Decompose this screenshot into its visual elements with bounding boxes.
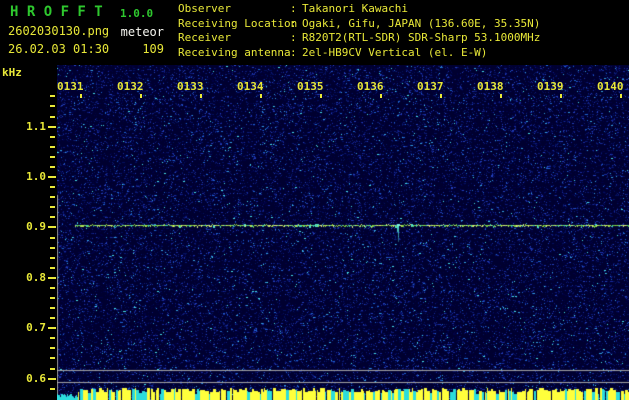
freq-tick-label: 0.6 [26, 371, 46, 385]
freq-major-tick [48, 276, 56, 279]
time-tick [620, 94, 622, 98]
info-colon: : [290, 31, 297, 44]
datetime-label: 26.02.03 01:30 [8, 42, 110, 56]
freq-major-tick [48, 377, 56, 380]
freq-tick-label: 0.7 [26, 321, 46, 335]
freq-tick-label: 1.0 [26, 170, 46, 183]
hrofft-screen: H R O F F T 1.0.0 2602030130.png meteor … [0, 0, 629, 400]
freq-minor-tick [50, 135, 55, 138]
freq-minor-tick [50, 256, 55, 259]
freq-minor-tick [50, 357, 55, 360]
freq-minor-tick [50, 115, 55, 118]
freq-minor-tick [50, 347, 55, 350]
time-tick-label: 0131 [57, 80, 84, 93]
freq-major-tick [48, 125, 56, 128]
freq-tick-label: 0.9 [26, 220, 46, 234]
info-label: Receiving Location [178, 16, 298, 30]
freq-minor-tick [50, 317, 55, 320]
mode-label: meteor [120, 25, 164, 39]
freq-minor-tick [50, 165, 55, 168]
time-tick [80, 94, 82, 98]
echo-count: 109 [142, 42, 164, 56]
info-label: Receiver [178, 31, 231, 44]
info-colon: : [290, 45, 297, 59]
filename-label: 2602030130.png [8, 24, 110, 38]
freq-unit-label: kHz [2, 66, 22, 79]
freq-minor-tick [50, 105, 55, 108]
freq-minor-tick [50, 246, 55, 249]
station-info-row: Observer: Takanori Kawachi [178, 2, 540, 17]
freq-major-tick [48, 176, 56, 178]
time-tick-label: 0137 [417, 80, 444, 93]
station-info-row: Receiver: R820T2(RTL-SDR) SDR-Sharp 53.10… [178, 31, 540, 46]
time-tick [440, 94, 442, 98]
freq-tick-label: 0.8 [26, 270, 46, 284]
freq-major-tick [48, 226, 56, 229]
time-tick [260, 94, 262, 98]
freq-minor-tick [50, 216, 55, 219]
info-label: Receiving antenna [178, 45, 291, 59]
time-tick-label: 0132 [117, 80, 144, 93]
freq-minor-tick [50, 206, 55, 209]
time-tick [140, 94, 142, 98]
info-value: 2el-HB9CV Vertical (el. E-W) [302, 45, 488, 59]
freq-minor-tick [50, 95, 55, 98]
freq-minor-tick [50, 286, 55, 289]
time-tick [500, 94, 502, 98]
app-version: 1.0.0 [120, 7, 154, 20]
time-tick-label: 0140 [597, 80, 624, 93]
freq-minor-tick [50, 387, 55, 390]
info-label: Observer [178, 2, 231, 15]
time-tick [320, 94, 322, 98]
station-info-block: Observer: Takanori Kawachi Receiving Locat… [178, 2, 540, 60]
time-tick-label: 0138 [477, 80, 504, 93]
freq-minor-tick [50, 155, 55, 158]
freq-minor-tick [50, 297, 55, 299]
info-value: Ogaki, Gifu, JAPAN (136.60E, 35.35N) [302, 16, 541, 30]
freq-minor-tick [50, 186, 55, 189]
time-tick [200, 94, 202, 98]
freq-minor-tick [50, 196, 55, 199]
time-tick-label: 0134 [237, 80, 264, 93]
time-tick [380, 94, 382, 98]
freq-minor-tick [50, 145, 55, 148]
info-value: R820T2(RTL-SDR) SDR-Sharp 53.1000MHz [302, 31, 541, 44]
freq-major-tick [48, 327, 56, 330]
station-info-row: Receiving Location: Ogaki, Gifu, JAPAN (1… [178, 17, 540, 32]
info-colon: : [290, 16, 297, 30]
time-tick [560, 94, 562, 98]
time-tick-label: 0135 [297, 80, 324, 93]
freq-minor-tick [50, 236, 55, 239]
app-title: H R O F F T [10, 4, 103, 20]
station-info-row: Receiving antenna:2el-HB9CV Vertical (el… [178, 46, 540, 61]
info-colon: : [290, 2, 297, 15]
time-tick-label: 0136 [357, 80, 384, 93]
freq-tick-label: 1.1 [26, 119, 46, 133]
freq-minor-tick [50, 337, 55, 340]
time-tick-label: 0133 [177, 80, 204, 93]
spectrogram-canvas [57, 65, 629, 400]
freq-minor-tick [50, 307, 55, 309]
freq-minor-tick [50, 266, 55, 269]
freq-minor-tick [50, 367, 55, 370]
time-tick-label: 0139 [537, 80, 564, 93]
info-value: Takanori Kawachi [302, 2, 408, 15]
